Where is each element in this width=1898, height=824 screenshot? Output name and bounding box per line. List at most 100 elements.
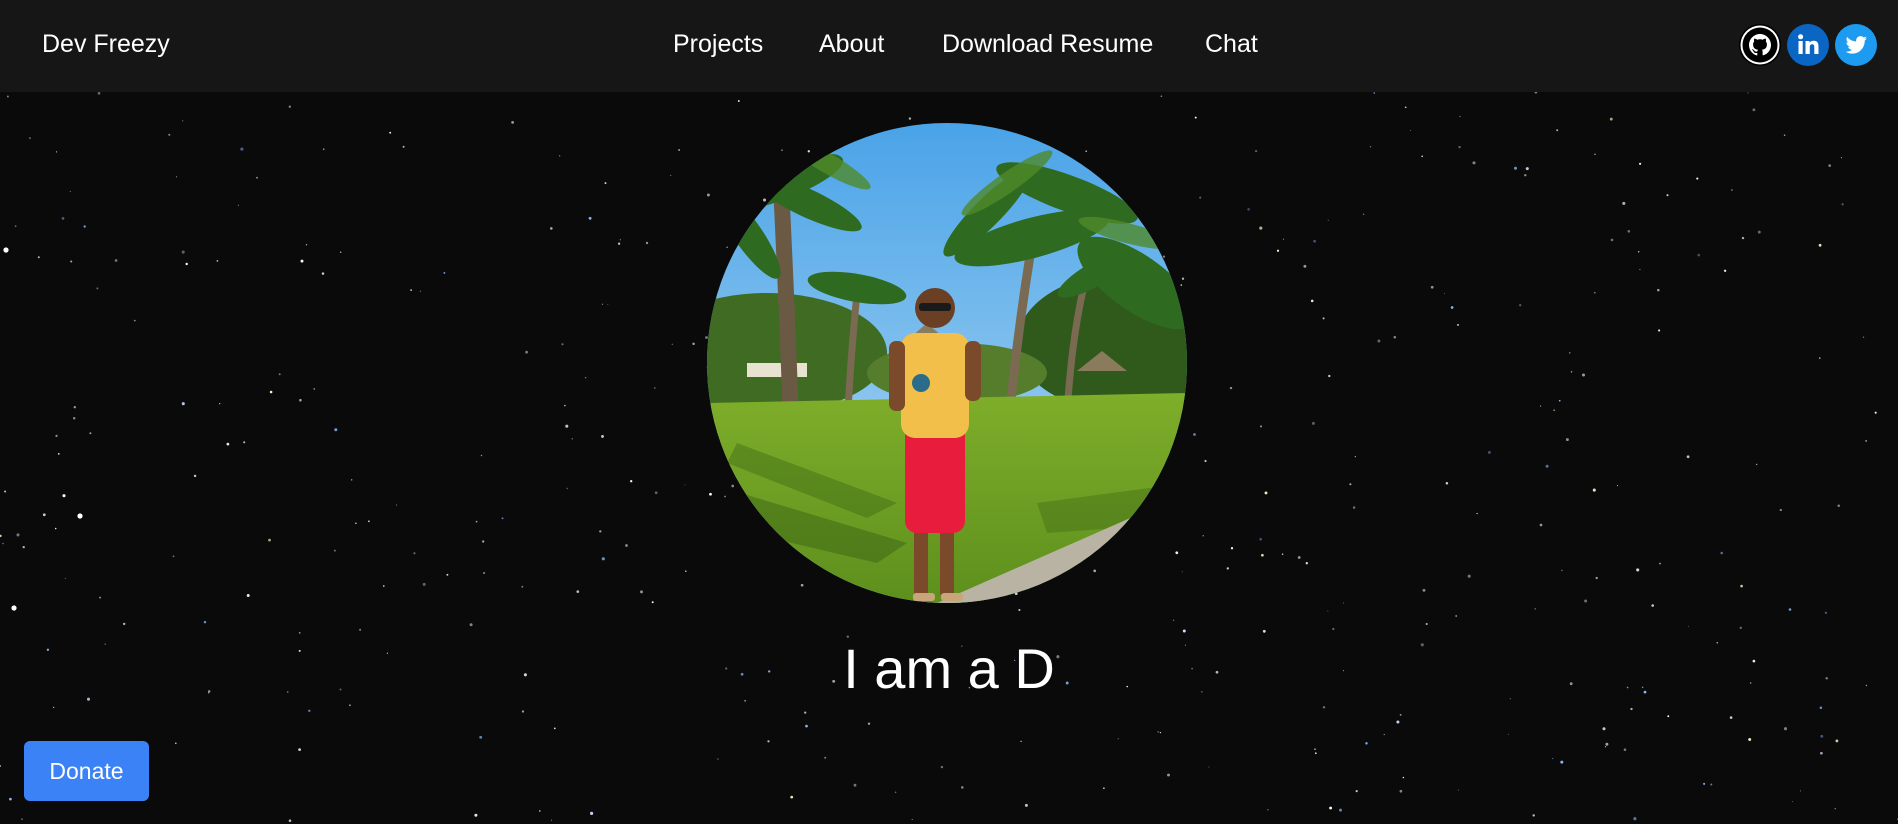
star (1834, 808, 1836, 810)
star (1396, 720, 1400, 724)
star (1534, 608, 1536, 610)
donate-button[interactable]: Donate (24, 741, 149, 801)
star (717, 758, 719, 760)
star (305, 244, 308, 246)
nav-download-resume[interactable]: Download Resume (942, 30, 1153, 59)
star (724, 495, 726, 498)
linkedin-icon[interactable] (1787, 24, 1829, 66)
star (1310, 299, 1314, 303)
star (413, 552, 416, 555)
star (288, 819, 292, 822)
star (1553, 409, 1555, 411)
star (525, 350, 528, 354)
star (670, 174, 672, 177)
nav-projects[interactable]: Projects (673, 30, 763, 59)
star (182, 120, 184, 122)
star (21, 818, 23, 820)
star (1314, 752, 1317, 755)
star (1748, 738, 1752, 741)
star (1729, 716, 1733, 719)
star (1313, 239, 1316, 243)
star (1818, 243, 1822, 247)
star (1623, 748, 1627, 751)
star (1328, 374, 1331, 378)
star (1399, 789, 1403, 793)
star (654, 491, 658, 495)
star (482, 540, 485, 543)
star (1399, 714, 1402, 716)
star (654, 387, 656, 389)
star (1593, 291, 1596, 294)
star (246, 594, 250, 597)
star (1459, 115, 1461, 118)
star (1365, 742, 1368, 745)
star (1327, 610, 1329, 612)
star (480, 454, 483, 457)
star (908, 117, 912, 120)
star (1369, 145, 1372, 148)
star (1457, 323, 1459, 326)
star (762, 198, 767, 202)
star (805, 724, 808, 728)
star (1638, 251, 1640, 253)
brand-link[interactable]: Dev Freezy (42, 30, 170, 59)
star (781, 149, 783, 152)
star (389, 131, 392, 134)
star (1262, 629, 1266, 633)
star (1865, 440, 1867, 442)
star (804, 711, 807, 714)
star (549, 227, 553, 230)
star (256, 176, 258, 179)
star (133, 319, 136, 322)
star (709, 492, 712, 496)
star (590, 811, 594, 815)
star (55, 151, 58, 153)
nav-chat[interactable]: Chat (1205, 30, 1258, 59)
star (219, 403, 221, 405)
star (351, 479, 353, 481)
star (1783, 727, 1788, 731)
star (1276, 249, 1280, 252)
star (1658, 329, 1661, 332)
star (1349, 483, 1352, 486)
star (911, 818, 913, 821)
nav-about[interactable]: About (819, 30, 884, 59)
star (16, 533, 20, 537)
star (1208, 766, 1210, 768)
star (1404, 106, 1407, 109)
star (571, 437, 574, 440)
star (630, 480, 633, 483)
star (599, 530, 602, 533)
star (1020, 740, 1022, 743)
star (1747, 92, 1749, 94)
star (1314, 748, 1316, 750)
twitter-icon[interactable] (1835, 24, 1877, 66)
star (1710, 783, 1713, 786)
star (1688, 625, 1689, 627)
star (1259, 425, 1263, 428)
star (1791, 801, 1794, 803)
star (298, 632, 301, 634)
star (1194, 116, 1197, 119)
star (28, 137, 31, 140)
star (1175, 551, 1179, 555)
star (1752, 108, 1756, 112)
star (1828, 164, 1832, 167)
star (1874, 411, 1877, 414)
star (1723, 269, 1727, 272)
star (1024, 803, 1028, 807)
star (1595, 576, 1598, 580)
bright-star (77, 513, 83, 519)
star (790, 795, 794, 799)
star (1539, 523, 1543, 527)
star (1457, 789, 1459, 791)
github-icon[interactable] (1739, 24, 1781, 66)
star (501, 517, 504, 520)
star (1592, 488, 1596, 492)
star (1651, 604, 1655, 607)
star (576, 590, 580, 593)
star (446, 573, 449, 576)
star (1584, 599, 1588, 603)
star (89, 432, 92, 435)
star (1524, 173, 1527, 177)
